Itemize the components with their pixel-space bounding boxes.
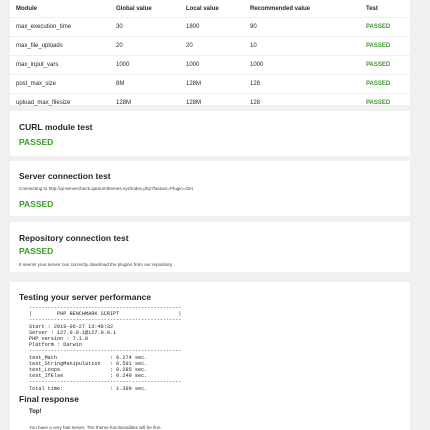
final-response-message: You have a very fast server. The theme f… xyxy=(29,425,162,430)
cell-global: 8M xyxy=(116,74,186,94)
benchmark-output: ----------------------------------------… xyxy=(29,305,182,392)
cell-module: upload_max_filesize xyxy=(10,93,116,112)
column-header-global: Global value xyxy=(116,5,152,12)
server-connection-card: Server connection test Connecting to htt… xyxy=(10,161,410,216)
repository-connection-status: PASSED xyxy=(19,246,54,256)
table-row: post_max_size 8M 128M 128 PASSED xyxy=(10,74,410,94)
column-header-recommended: Recommended value xyxy=(250,5,311,12)
cell-test-status: PASSED xyxy=(366,36,410,56)
cell-test-status: PASSED xyxy=(366,74,410,94)
repository-connection-title: Repository connection test xyxy=(19,233,129,243)
cell-module: max_input_vars xyxy=(10,55,116,75)
cell-module: post_max_size xyxy=(10,74,116,94)
cell-test-status: PASSED xyxy=(366,93,410,112)
curl-test-status: PASSED xyxy=(19,137,54,147)
cell-local: 20 xyxy=(186,36,250,56)
server-connection-title: Server connection test xyxy=(19,171,111,181)
cell-local: 128M xyxy=(186,74,250,94)
cell-local: 128M xyxy=(186,93,250,112)
cell-module: max_execution_time xyxy=(10,17,116,37)
table-row: upload_max_filesize 128M 128M 128 PASSED xyxy=(10,93,410,112)
server-performance-card: Testing your server performance --------… xyxy=(10,282,410,430)
final-response-verdict: Top! xyxy=(29,409,42,415)
column-header-local: Local value xyxy=(186,5,219,12)
module-settings-card: Module Global value Local value Recommen… xyxy=(10,0,410,112)
final-response-title: Final response xyxy=(19,394,79,404)
cell-recommended: 128 xyxy=(250,74,366,94)
cell-global: 128M xyxy=(116,93,186,112)
curl-test-title: CURL module test xyxy=(19,122,93,132)
cell-global: 30 xyxy=(116,17,186,37)
cell-global: 1000 xyxy=(116,55,186,75)
table-row: max_execution_time 30 1800 90 PASSED xyxy=(10,17,410,37)
repository-connection-message: It seems your server can correctly downl… xyxy=(19,262,174,267)
cell-recommended: 128 xyxy=(250,93,366,112)
cell-global: 20 xyxy=(116,36,186,56)
repository-connection-card: Repository connection test PASSED It see… xyxy=(10,222,410,272)
module-settings-table: Module Global value Local value Recommen… xyxy=(10,0,410,112)
performance-title: Testing your server performance xyxy=(19,292,152,302)
cell-test-status: PASSED xyxy=(366,17,410,37)
cell-recommended: 1000 xyxy=(250,55,366,75)
cell-module: max_file_uploads xyxy=(10,36,116,56)
table-row: max_input_vars 1000 1000 1000 PASSED xyxy=(10,55,410,75)
cell-local: 1800 xyxy=(186,17,250,37)
cell-recommended: 10 xyxy=(250,36,366,56)
server-connection-status: PASSED xyxy=(19,199,54,209)
column-header-module: Module xyxy=(16,5,37,12)
column-header-test: Test xyxy=(366,5,378,12)
table-header-row: Module Global value Local value Recommen… xyxy=(10,0,410,18)
cell-recommended: 90 xyxy=(250,17,366,37)
cell-test-status: PASSED xyxy=(366,55,410,75)
curl-test-card: CURL module test PASSED xyxy=(10,111,410,156)
cell-local: 1000 xyxy=(186,55,250,75)
table-row: max_file_uploads 20 20 10 PASSED xyxy=(10,36,410,56)
server-connection-message: Connecting to http://qi-servercheck.qamu… xyxy=(19,186,193,191)
